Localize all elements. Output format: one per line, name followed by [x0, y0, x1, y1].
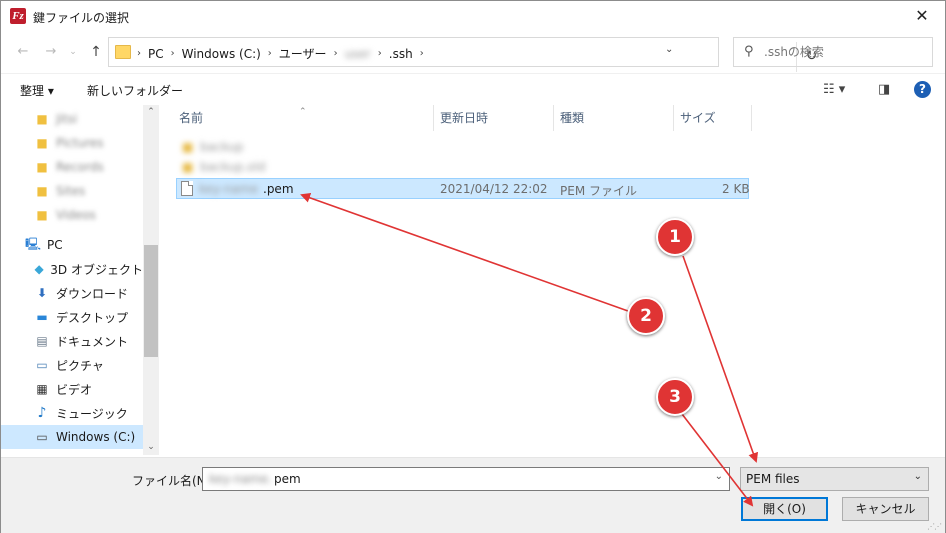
folder-icon: ■ [182, 160, 194, 174]
organize-menu[interactable]: 整理 ▾ [20, 82, 54, 99]
filezilla-app-icon: Fz [10, 8, 26, 24]
crumb-pc[interactable]: PC [148, 47, 164, 61]
nav-item-pc[interactable]: 🖳 PC [1, 233, 143, 257]
address-row: ← → ⌄ ↑ › PC › Windows (C:) › ユーザー › use… [1, 33, 945, 72]
forward-arrow-icon[interactable]: → [42, 44, 60, 60]
file-row-blurred-folder[interactable]: ■ backup.old [176, 157, 749, 178]
scroll-down-chevron-icon[interactable]: ⌄ [143, 442, 159, 452]
folder-icon: ■ [36, 184, 48, 198]
filename-hidden-part: key-name. [209, 472, 272, 486]
back-arrow-icon[interactable]: ← [14, 44, 32, 60]
file-icon [181, 181, 193, 196]
command-bar: 整理 ▾ 新しいフォルダー ☷ ▾ ◨ ? [1, 73, 945, 105]
title-bar: Fz 鍵ファイルの選択 ✕ [1, 1, 945, 33]
crumb-windows-c[interactable]: Windows (C:) [182, 47, 261, 61]
filename-value: pem [274, 472, 301, 486]
nav-item-3d-objects[interactable]: ◆ 3D オブジェクト [1, 257, 143, 281]
column-header-size[interactable]: サイズ [674, 105, 752, 131]
filetype-select[interactable]: PEM files ⌄ [740, 467, 929, 491]
preview-pane-icon[interactable]: ◨ [878, 82, 890, 97]
nav-item-music[interactable]: ♪ ミュージック [1, 401, 143, 425]
folder-icon: ■ [36, 208, 48, 222]
nav-item-blurred[interactable]: ■ Records [1, 155, 143, 179]
annotation-badge-3: 3 [656, 378, 694, 416]
folder-icon [115, 45, 131, 59]
window-title: 鍵ファイルの選択 [33, 11, 130, 25]
resize-grip-icon[interactable]: ⋰⋰ [927, 522, 942, 531]
annotation-badge-2: 2 [627, 297, 665, 335]
search-box[interactable]: ⚲ [733, 37, 933, 67]
address-dropdown-chevron-icon[interactable]: ⌄ [665, 44, 673, 55]
nav-item-documents[interactable]: ▤ ドキュメント [1, 329, 143, 353]
open-button[interactable]: 開く(O) [741, 497, 828, 521]
folder-icon: ■ [182, 140, 194, 154]
view-options-icon[interactable]: ☷ ▾ [823, 82, 845, 97]
nav-scrollbar-thumb[interactable] [144, 245, 158, 357]
desktop-icon: ▬ [36, 310, 48, 324]
sort-up-chevron-icon: ⌃ [299, 107, 307, 117]
search-input[interactable] [764, 43, 924, 61]
nav-item-downloads[interactable]: ⬇ ダウンロード [1, 281, 143, 305]
computer-icon: 🖳 [25, 236, 42, 251]
nav-item-desktop[interactable]: ▬ デスクトップ [1, 305, 143, 329]
filename-dropdown-chevron-icon[interactable]: ⌄ [715, 471, 723, 482]
crumb-user-folder[interactable]: user [345, 47, 371, 61]
crumb-users[interactable]: ユーザー [279, 45, 327, 62]
scroll-up-chevron-icon[interactable]: ⌃ [143, 107, 159, 117]
annotation-badge-1: 1 [656, 218, 694, 256]
file-list: ⌃ 名前 更新日時 種類 サイズ ■ backup ■ backup.old k… [159, 105, 945, 455]
dialog-footer: ファイル名(N): key-name. pem ⌄ PEM files ⌄ 開く… [1, 457, 945, 533]
nav-item-windows-c[interactable]: ▭ Windows (C:) [1, 425, 143, 449]
folder-icon: ■ [36, 136, 48, 150]
nav-item-blurred[interactable]: ■ Sites [1, 179, 143, 203]
file-row-selected-pem[interactable]: key-name .pem 2021/04/12 22:02 PEM ファイル … [176, 178, 750, 199]
file-row-blurred-folder[interactable]: ■ backup [176, 137, 749, 158]
film-icon: ▦ [36, 382, 48, 396]
filetype-value: PEM files [746, 472, 800, 486]
up-arrow-icon[interactable]: ↑ [87, 44, 105, 60]
search-icon: ⚲ [744, 44, 754, 59]
download-arrow-icon: ⬇ [36, 286, 48, 300]
file-name-hidden: key-name [199, 182, 259, 196]
filetype-chevron-down-icon: ⌄ [913, 471, 922, 482]
column-header-name[interactable]: ⌃ 名前 [159, 105, 434, 131]
nav-item-blurred[interactable]: ■ Pictures [1, 131, 143, 155]
help-icon[interactable]: ? [914, 81, 931, 98]
column-header-modified[interactable]: 更新日時 [434, 105, 554, 131]
picture-icon: ▭ [36, 358, 48, 372]
music-note-icon: ♪ [37, 405, 47, 421]
filename-input[interactable]: key-name. pem ⌄ [202, 467, 730, 491]
recent-chevron-down-icon[interactable]: ⌄ [64, 44, 82, 60]
column-header-type[interactable]: 種類 [554, 105, 674, 131]
breadcrumb: › PC › Windows (C:) › ユーザー › user › .ssh… [137, 45, 424, 62]
file-size: 2 KB [722, 182, 750, 196]
folder-icon: ■ [36, 160, 48, 174]
drive-icon: ▭ [36, 430, 48, 444]
nav-item-blurred[interactable]: ■ Videos [1, 203, 143, 227]
key-file-dialog: Fz 鍵ファイルの選択 ✕ ← → ⌄ ↑ › PC › Windows (C:… [0, 0, 946, 533]
file-type: PEM ファイル [560, 184, 637, 198]
address-bar[interactable]: › PC › Windows (C:) › ユーザー › user › .ssh… [108, 37, 817, 72]
nav-item-pictures[interactable]: ▭ ピクチャ [1, 353, 143, 377]
cube-3d-icon: ◆ [34, 262, 44, 276]
nav-item-blurred[interactable]: ■ Jitsi [1, 107, 143, 131]
cancel-button[interactable]: キャンセル [842, 497, 929, 521]
nav-item-videos[interactable]: ▦ ビデオ [1, 377, 143, 401]
file-name-extension: .pem [263, 182, 294, 196]
close-button[interactable]: ✕ [899, 1, 945, 33]
navigation-pane: ■ Jitsi ■ Pictures ■ Records ■ Sites ■ Videos… [1, 105, 159, 455]
file-modified: 2021/04/12 22:02 [440, 182, 548, 196]
document-icon: ▤ [36, 334, 48, 348]
crumb-ssh[interactable]: .ssh [389, 47, 413, 61]
new-folder-button[interactable]: 新しいフォルダー [87, 82, 183, 99]
folder-icon: ■ [36, 112, 48, 126]
